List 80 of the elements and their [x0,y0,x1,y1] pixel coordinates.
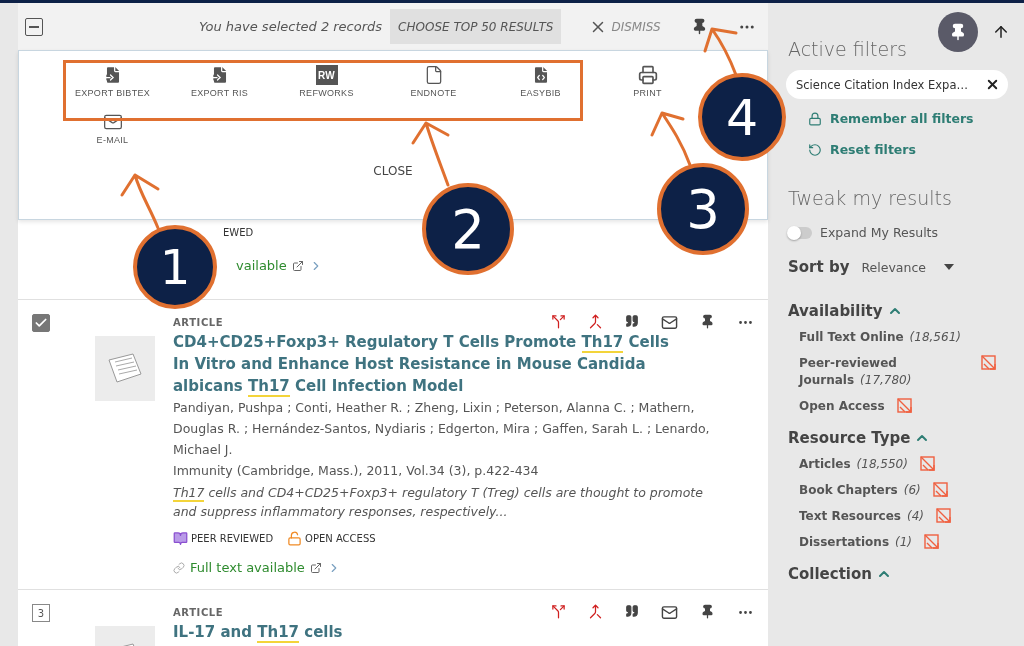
reset-filters-link[interactable]: Reset filters [830,142,916,157]
export-action[interactable]: EXPORT RIS [166,61,273,102]
minus-icon [29,25,39,28]
selection-message: You have selected 2 records [199,19,383,34]
facet-item[interactable]: Full Text Online (18,561) [799,329,961,346]
merge-icon[interactable] [588,604,603,621]
facet-heading[interactable]: Collection [788,565,1010,583]
full-text-link[interactable]: vailable [236,258,287,273]
document-thumbnail [95,336,155,401]
record-authors: Pandiyan, Pushpa ; Conti, Heather R. ; Zheng, Lixin ; Peterson, Alanna C. ; Mathern, Douglas R. ; Hernández-Santos, Nydiaris ; Edgerton, Mira ; Gaffen, Sarah L. ; Lenardo, Michael J. [173,399,711,459]
print-icon [637,65,658,85]
record-snippet: Th17 cells and CD4+CD25+Foxp3+ regulatory T (Treg) cells are thought to promote and suppress inflammatory responses, respectively... [173,484,704,521]
access-label: PEER REVIEWED [173,531,274,546]
facet-item[interactable]: Articles (18,550) [799,456,908,473]
filter-chip[interactable]: Science Citation Index Expa… [786,70,1008,99]
pin-button[interactable] [938,12,978,52]
facet-item[interactable]: Book Chapters (6) [799,482,921,499]
caret-down-icon [943,264,954,270]
pin-icon [949,23,967,41]
export-action[interactable]: EASYBIB [487,61,594,102]
sort-label: Sort by [788,258,850,276]
exclude-icon[interactable] [981,355,997,371]
open-lock-icon [287,531,303,546]
merge-icon[interactable] [588,314,603,331]
exclude-icon[interactable] [896,398,913,414]
choose-top-results-button[interactable]: CHOOSE TOP 50 RESULTS [390,9,562,44]
pin-icon[interactable] [700,314,715,331]
expand-toggle[interactable] [788,226,812,239]
dismiss-button[interactable]: DISMISS [583,16,667,37]
facet-item[interactable]: Open Access [799,398,885,415]
remember-filters-link[interactable]: Remember all filters [830,111,974,126]
book-icon [173,531,188,546]
sort-select[interactable]: Relevance [861,259,954,275]
exclude-icon[interactable] [919,456,936,472]
facet-item[interactable]: Dissertations (1) [799,534,913,551]
full-text-link[interactable]: Full text available [190,560,305,575]
refworks-logo: RW [315,65,338,85]
export-action[interactable]: ENDNOTE [380,61,487,102]
mail-icon[interactable] [661,314,678,331]
record-checkbox[interactable] [32,314,50,332]
external-link-icon [309,561,322,574]
mail-icon [102,112,123,132]
exclude-icon[interactable] [936,508,952,524]
annotation-arrow [120,173,160,230]
record-title[interactable]: IL-17 and Th17 cells [173,621,673,643]
mail-icon[interactable] [661,604,678,621]
split-icon[interactable] [551,314,566,331]
close-button[interactable]: CLOSE [367,163,419,179]
access-label: OPEN ACCESS [287,531,376,546]
exclude-icon[interactable] [932,482,949,498]
tweak-results-heading: Tweak my results [788,187,953,209]
facet-item[interactable]: Peer-reviewed Journals (17,780) [799,355,969,389]
check-icon [34,316,48,330]
split-icon[interactable] [551,604,566,621]
close-icon [985,77,1000,92]
lock-icon [808,111,822,126]
facet-heading[interactable]: Availability [788,302,1010,320]
pin-icon[interactable] [700,604,715,621]
record-title[interactable]: CD4+CD25+Foxp3+ Regulatory T Cells Promote Th17 Cells In Vitro and Enhance Host Resistance in Mouse Candida albicans Th17 Cell Infection Model [173,331,673,397]
active-filters-heading: Active filters [788,38,908,60]
export-action[interactable]: RW REFWORKS [273,61,380,102]
peer-reviewed-label: EWED [223,227,254,238]
annotation-arrow [650,111,692,167]
export-action[interactable]: EXPORT BIBTEX [59,61,166,102]
pin-icon[interactable] [691,18,708,35]
annotation-arrow [411,121,450,187]
record-type: ARTICLE [173,317,224,328]
export-action[interactable]: PRINT [594,61,701,102]
record-number: 3 [32,604,50,622]
facet-item[interactable]: Text Resources (4) [799,508,924,525]
export-action[interactable]: E-MAIL [59,108,166,149]
link-icon [173,561,185,574]
deselect-checkbox[interactable] [25,17,43,36]
record-source: Immunity (Cambridge, Mass.), 2011, Vol.34 (3), p.422-434 [173,462,540,480]
toggle-label: Expand My Results [820,225,938,240]
external-link-icon [291,259,304,272]
exclude-icon[interactable] [924,534,941,550]
facet-heading[interactable]: Resource Type [788,429,1010,447]
reset-icon [808,142,822,157]
record-type: ARTICLE [173,607,224,618]
